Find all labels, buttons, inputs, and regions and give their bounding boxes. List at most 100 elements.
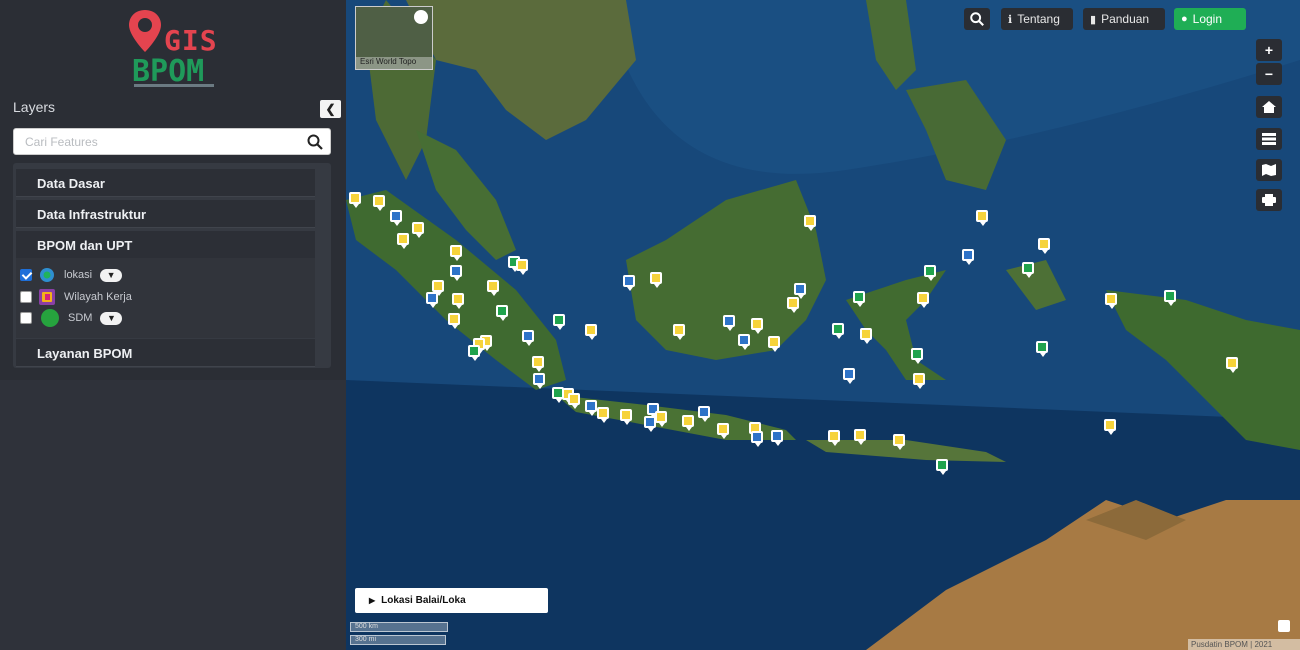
search-icon[interactable] [306, 133, 324, 151]
zoom-out-button[interactable]: − [1256, 63, 1282, 85]
print-button[interactable] [1256, 189, 1282, 211]
map-marker[interactable] [620, 409, 632, 425]
about-label: Tentang [1017, 12, 1060, 26]
map-marker[interactable] [623, 275, 635, 291]
map-marker[interactable] [390, 210, 402, 226]
map-marker[interactable] [452, 293, 464, 309]
logo-tagline [134, 84, 214, 87]
basemap-button[interactable] [1256, 159, 1282, 181]
map-marker[interactable] [1105, 293, 1117, 309]
map-marker[interactable] [450, 265, 462, 281]
map-marker[interactable] [682, 415, 694, 431]
map-marker[interactable] [853, 291, 865, 307]
layer-tree: Data Dasar Data Infrastruktur BPOM dan U… [13, 163, 331, 368]
map-marker[interactable] [568, 393, 580, 409]
map-view[interactable]: Esri World Topo ℹ Tentang ▮ Panduan ● Lo… [346, 0, 1300, 650]
sdm-checkbox[interactable] [20, 312, 32, 324]
map-marker[interactable] [644, 416, 656, 432]
map-marker[interactable] [860, 328, 872, 344]
map-marker[interactable] [717, 423, 729, 439]
map-marker[interactable] [962, 249, 974, 265]
layer-lokasi: lokasi ▼ [20, 265, 123, 285]
map-marker[interactable] [468, 345, 480, 361]
map-marker[interactable] [516, 259, 528, 275]
map-marker[interactable] [533, 373, 545, 389]
group-data-infrastruktur[interactable]: Data Infrastruktur [16, 200, 315, 228]
map-marker[interactable] [698, 406, 710, 422]
map-marker[interactable] [854, 429, 866, 445]
login-button[interactable]: ● Login [1174, 8, 1246, 30]
layer-label: SDM [68, 312, 93, 324]
satellite-basemap [346, 0, 1300, 650]
caret-right-icon: ▶ [369, 596, 376, 605]
list-icon [1262, 133, 1276, 145]
map-marker[interactable] [597, 407, 609, 423]
map-marker[interactable] [751, 318, 763, 334]
map-marker[interactable] [373, 195, 385, 211]
map-marker[interactable] [426, 292, 438, 308]
map-marker[interactable] [832, 323, 844, 339]
guide-button[interactable]: ▮ Panduan [1083, 8, 1165, 30]
map-marker[interactable] [1164, 290, 1176, 306]
group-data-dasar[interactable]: Data Dasar [16, 169, 315, 197]
map-marker[interactable] [794, 283, 806, 299]
minus-icon: − [1264, 66, 1274, 82]
lokasi-checkbox[interactable] [20, 269, 32, 281]
map-marker[interactable] [924, 265, 936, 281]
map-pin-icon [129, 10, 161, 52]
group-layanan-bpom[interactable]: Layanan BPOM [16, 339, 315, 367]
layer-label: Wilayah Kerja [64, 291, 132, 303]
map-marker[interactable] [585, 400, 597, 416]
legend-lokasi-balai-loka[interactable]: ▶ Lokasi Balai/Loka [355, 588, 548, 613]
map-marker[interactable] [673, 324, 685, 340]
map-marker[interactable] [532, 356, 544, 372]
map-marker[interactable] [913, 373, 925, 389]
map-marker[interactable] [432, 280, 444, 296]
map-marker[interactable] [553, 314, 565, 330]
group-bpom-dan-upt[interactable]: BPOM dan UPT [16, 231, 315, 259]
map-marker[interactable] [448, 313, 460, 329]
layer-list-button[interactable] [1256, 128, 1282, 150]
map-marker[interactable] [397, 233, 409, 249]
map-marker[interactable] [828, 430, 840, 446]
about-button[interactable]: ℹ Tentang [1001, 8, 1073, 30]
guide-label: Panduan [1101, 12, 1150, 26]
map-marker[interactable] [349, 192, 361, 208]
map-marker[interactable] [1226, 357, 1238, 373]
map-marker[interactable] [650, 272, 662, 288]
map-marker[interactable] [1022, 262, 1034, 278]
map-marker[interactable] [522, 330, 534, 346]
sidebar: GIS BPOM Layers ❮ Data Dasar Data Infras… [0, 0, 346, 650]
map-marker[interactable] [450, 245, 462, 261]
search-features-input[interactable] [14, 129, 299, 154]
map-marker[interactable] [843, 368, 855, 384]
map-marker[interactable] [804, 215, 816, 231]
wilayah-kerja-checkbox[interactable] [20, 291, 32, 303]
map-marker[interactable] [911, 348, 923, 364]
map-marker[interactable] [893, 434, 905, 450]
map-marker[interactable] [1104, 419, 1116, 435]
filter-icon[interactable]: ▼ [100, 268, 123, 282]
map-marker[interactable] [1036, 341, 1048, 357]
map-marker[interactable] [768, 336, 780, 352]
basemap-switcher[interactable]: Esri World Topo [355, 6, 433, 70]
map-marker[interactable] [655, 411, 667, 427]
map-marker[interactable] [487, 280, 499, 296]
collapse-sidebar-button[interactable]: ❮ [320, 100, 341, 118]
map-marker[interactable] [751, 431, 763, 447]
map-marker[interactable] [976, 210, 988, 226]
map-marker[interactable] [738, 334, 750, 350]
zoom-in-button[interactable]: + [1256, 39, 1282, 61]
map-marker[interactable] [917, 292, 929, 308]
map-marker[interactable] [936, 459, 948, 475]
map-marker[interactable] [723, 315, 735, 331]
map-marker[interactable] [496, 305, 508, 321]
map-search-button[interactable] [964, 8, 990, 30]
map-marker[interactable] [1038, 238, 1050, 254]
home-button[interactable] [1256, 96, 1282, 118]
filter-icon[interactable]: ▼ [100, 311, 123, 325]
map-marker[interactable] [585, 324, 597, 340]
map-marker[interactable] [771, 430, 783, 446]
map-marker[interactable] [412, 222, 424, 238]
fullscreen-icon[interactable] [1278, 620, 1290, 632]
